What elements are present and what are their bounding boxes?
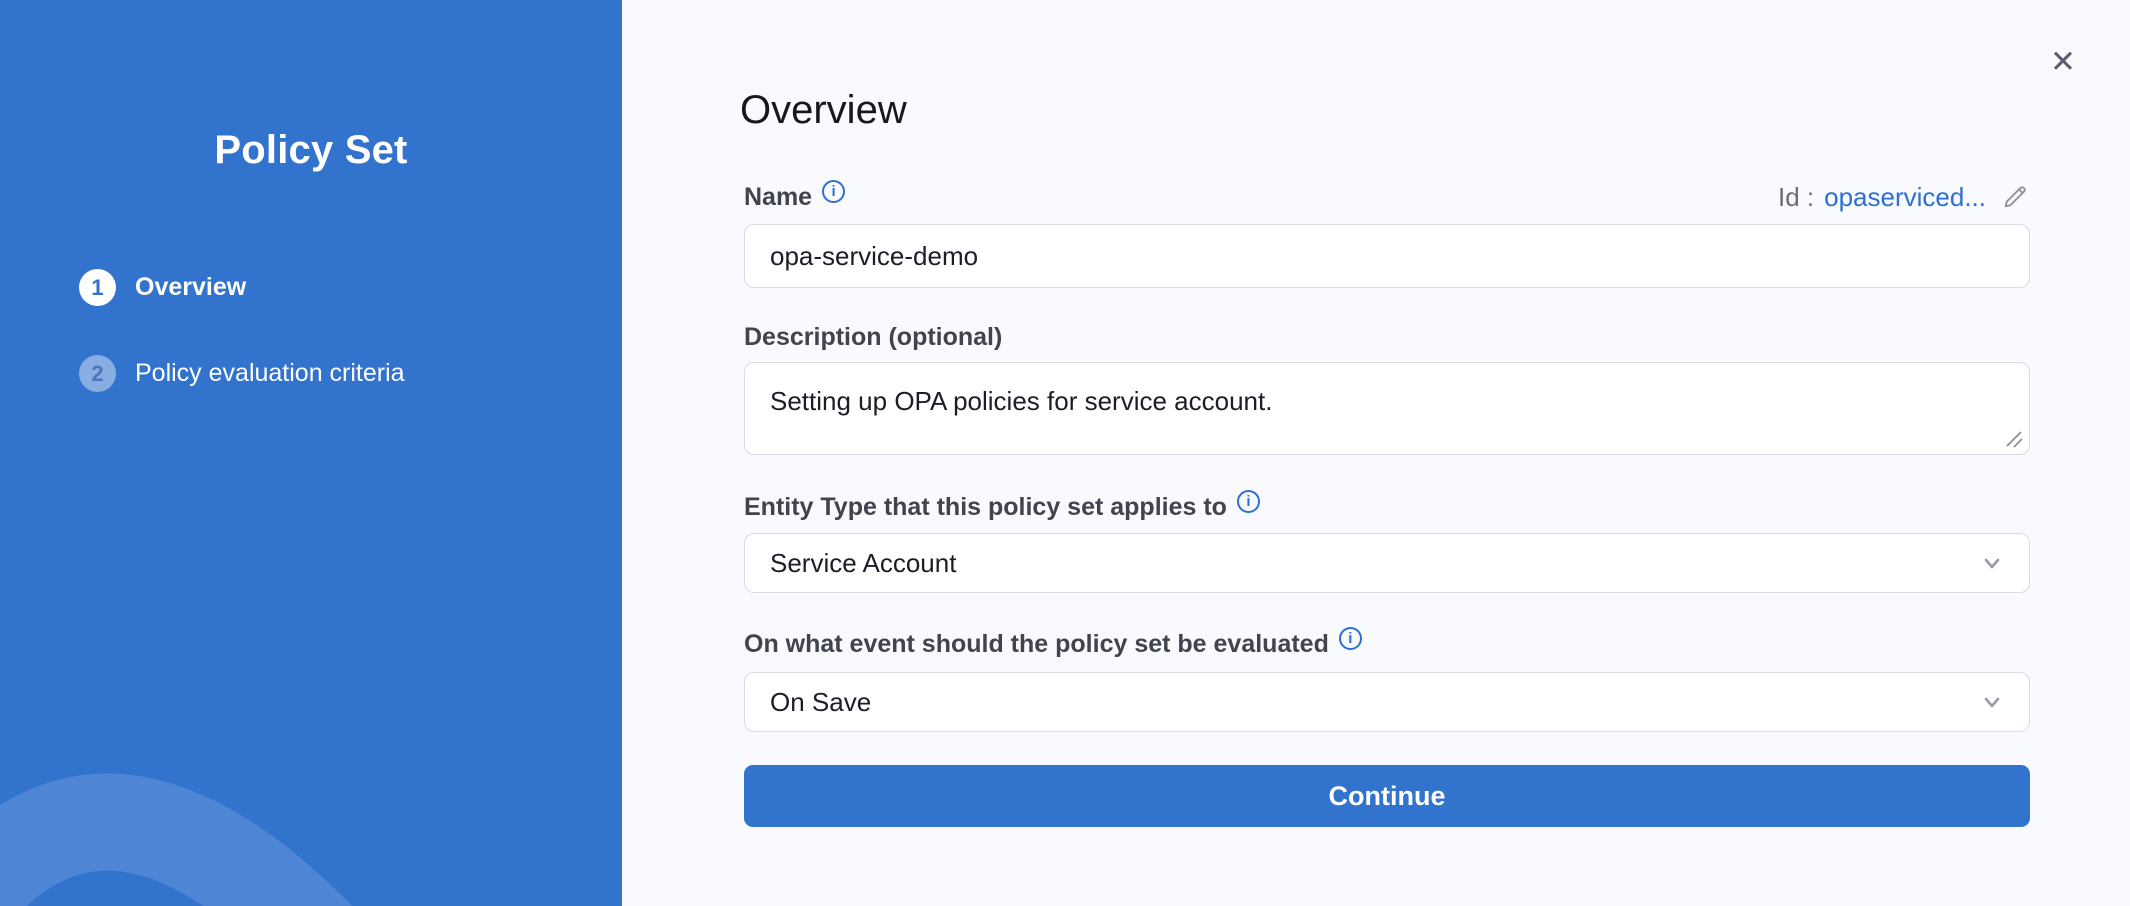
page-title: Overview [740,88,907,133]
edit-pencil-icon[interactable] [2000,182,2030,212]
step-overview[interactable]: 1 Overview [79,269,405,306]
chevron-down-icon [1977,687,2007,717]
overview-panel: ✕ Overview Name i Id : opaserviced... De… [622,0,2130,906]
entity-type-info-icon[interactable]: i [1237,490,1260,513]
description-label-text: Description (optional) [744,323,1002,352]
name-label: Name i [744,183,845,212]
wizard-sidebar: Policy Set 1 Overview 2 Policy evaluatio… [0,0,622,906]
event-label-text: On what event should the policy set be e… [744,630,1329,659]
resize-gripper[interactable] [2003,428,2025,450]
description-label: Description (optional) [744,320,2030,354]
name-input[interactable] [744,224,2030,288]
event-selected-value: On Save [770,687,871,718]
close-icon: ✕ [2050,47,2076,78]
close-button[interactable]: ✕ [2043,42,2083,82]
chevron-down-icon [1977,548,2007,578]
step-policy-evaluation-criteria[interactable]: 2 Policy evaluation criteria [79,355,405,392]
step-2-label: Policy evaluation criteria [135,359,405,388]
wizard-steps: 1 Overview 2 Policy evaluation criteria [79,269,405,392]
id-prefix-text: Id : [1778,182,1814,213]
name-info-icon[interactable]: i [822,180,845,203]
wizard-title: Policy Set [0,128,622,173]
continue-button[interactable]: Continue [744,765,2030,827]
name-id-row: Name i Id : opaserviced... [744,178,2030,216]
entity-type-label-text: Entity Type that this policy set applies… [744,493,1227,522]
step-1-label: Overview [135,273,246,302]
step-1-badge: 1 [79,269,116,306]
entity-type-select[interactable]: Service Account [744,533,2030,593]
entity-type-selected-value: Service Account [770,548,956,579]
id-display: Id : opaserviced... [1778,182,2030,213]
step-2-badge: 2 [79,355,116,392]
policy-set-dialog: Policy Set 1 Overview 2 Policy evaluatio… [0,0,2130,906]
event-label: On what event should the policy set be e… [744,627,2030,661]
description-field-wrap: Setting up OPA policies for service acco… [744,362,2030,455]
description-textarea[interactable]: Setting up OPA policies for service acco… [744,362,2030,455]
wave-decoration [0,606,622,906]
name-label-text: Name [744,183,812,212]
event-select[interactable]: On Save [744,672,2030,732]
event-info-icon[interactable]: i [1339,627,1362,650]
id-value-link[interactable]: opaserviced... [1824,182,1986,213]
entity-type-label: Entity Type that this policy set applies… [744,490,2030,524]
